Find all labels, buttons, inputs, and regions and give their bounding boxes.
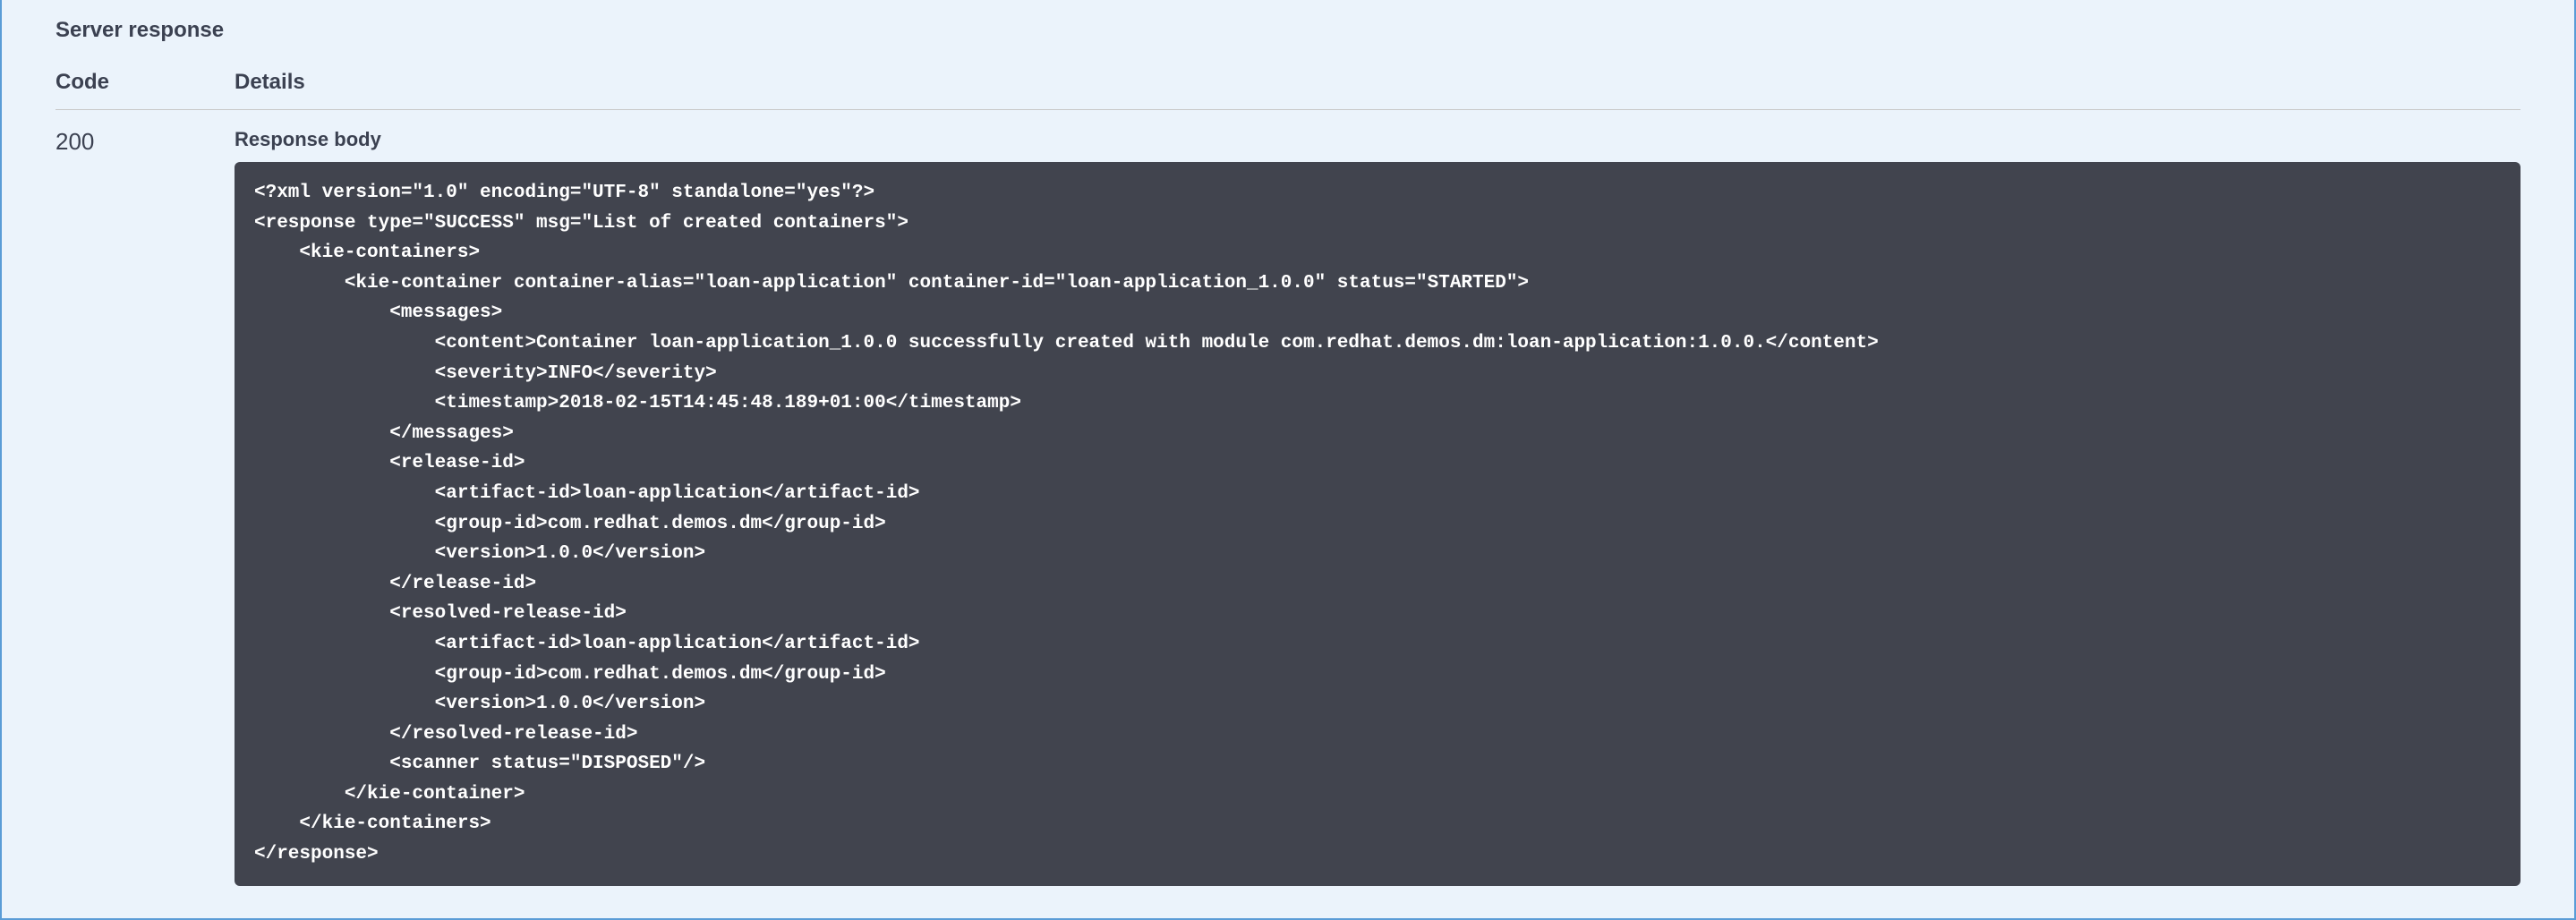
- status-code: 200: [55, 128, 235, 886]
- response-table: Code Details 200 Response body <?xml ver…: [55, 70, 2521, 886]
- response-details: Response body <?xml version="1.0" encodi…: [235, 128, 2521, 886]
- table-header-row: Code Details: [55, 70, 2521, 110]
- table-row: 200 Response body <?xml version="1.0" en…: [55, 128, 2521, 886]
- details-column-header: Details: [235, 70, 305, 94]
- code-column-header: Code: [55, 70, 109, 94]
- response-body-content[interactable]: <?xml version="1.0" encoding="UTF-8" sta…: [235, 162, 2521, 886]
- server-response-panel: Server response Code Details 200 Respons…: [2, 0, 2574, 904]
- response-body-label: Response body: [235, 128, 2521, 151]
- section-title: Server response: [55, 18, 2521, 43]
